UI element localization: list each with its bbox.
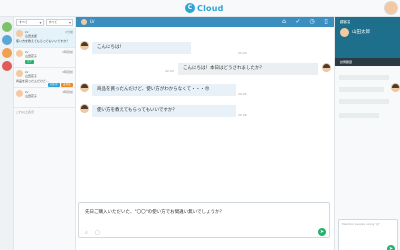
agent-avatar [322, 63, 331, 72]
avatar [340, 28, 349, 37]
chat-item-name: 山田花子 [25, 94, 38, 98]
filter-select-2[interactable]: すべて [45, 19, 73, 26]
chat-header: LV ⌂ ✓ ◷ ▯ [76, 17, 334, 27]
chat-header-name: LV [90, 19, 95, 24]
agent-avatar [391, 83, 400, 92]
alert-icon[interactable] [2, 61, 12, 71]
customer-header: 顧客名 山田太郎 [335, 17, 400, 58]
chat-list-item[interactable]: LV 山田花子 2時間前 完了 [14, 48, 75, 68]
message-composer[interactable]: 先日ご購入いただいた、"〇〇"の使い方でお間違い無いでしょうか？ ⌕ ▢ ➤ [78, 202, 330, 238]
chat-list-panel: すべて すべて LV 山田太郎 使い方を教えてもらってもいいですか？ 2分前 L… [14, 17, 76, 250]
info-bar [339, 99, 389, 104]
composer-text: 先日ご購入いただいた、"〇〇"の使い方でお間違い無いでしょうか？ [85, 210, 225, 215]
user-icon[interactable] [2, 48, 12, 58]
chat-item-time: 3時間前 [62, 70, 73, 74]
history-band-label: 訪問履歴 [340, 60, 353, 64]
chat-list-item[interactable]: LV 山田太郎 使い方を教えてもらってもいいですか？ 2分前 [14, 28, 75, 48]
search-icon[interactable] [2, 35, 12, 45]
tag-icon[interactable]: ⌂ [280, 18, 288, 26]
message-bubble-in: 使い方を教えてもらってもいいですか？ [92, 105, 236, 117]
avatar [16, 30, 23, 37]
chat-item-preview: 使い方を教えてもらってもいいですか？ [16, 39, 70, 43]
message-bubble-in: こんにちは！ [92, 42, 191, 54]
user-avatar[interactable] [384, 1, 398, 15]
chat-item-name: 山田太郎 [25, 34, 38, 38]
chat-item-preview: 商品を買ったんだけど… [16, 79, 50, 83]
info-bar [339, 113, 379, 118]
chat-item-name: 山田花子 [25, 74, 38, 78]
avatar [16, 50, 23, 57]
logo-mark-icon: C [185, 3, 195, 13]
chat-item-name: 山田花子 [25, 54, 38, 58]
load-more-link[interactable]: これ以上表示 [14, 108, 75, 116]
message-time: 22:26 [238, 113, 247, 117]
message-time: 22:24 [165, 69, 174, 73]
filter-select-1[interactable]: すべて [16, 19, 44, 26]
avatar [16, 90, 23, 97]
message-bubble-out: こんにちは！本日はどうされましたか？ [178, 63, 318, 75]
history-band: 訪問履歴 [335, 58, 400, 66]
file-icon[interactable]: ▢ [95, 230, 100, 236]
send-button[interactable]: ➤ [318, 228, 326, 236]
clock-icon[interactable]: ◷ [308, 18, 316, 26]
check-icon[interactable]: ✓ [294, 18, 302, 26]
left-icon-rail [0, 17, 14, 250]
message-time: 22:25 [238, 92, 247, 96]
filter-selects: すべて すべて [14, 17, 75, 28]
note-input[interactable]: Mention people using '@' ➤ [338, 219, 398, 250]
app-root: C Cloud すべて すべて LV 山田太郎 使い方を教えてもらってもいいです… [0, 0, 400, 250]
chat-item-time: 2分前 [65, 30, 73, 34]
avatar [16, 70, 23, 77]
chat-list-item[interactable]: LV 山田花子 商品を買ったんだけど… 3時間前 対応中 未対応 [14, 68, 75, 88]
chat-item-time: 2時間前 [62, 50, 73, 54]
customer-panel: 顧客名 山田太郎 訪問履歴 Mention people using '@' ➤ [334, 17, 400, 250]
status-badge: 対応中 [48, 83, 60, 87]
trash-icon[interactable]: ▯ [322, 18, 330, 26]
customer-name: 山田太郎 [352, 30, 370, 35]
chat-item-time: 3時間前 [62, 90, 73, 94]
info-bar [339, 87, 384, 92]
customer-label: 顧客名 [340, 20, 351, 24]
message-thread: こんにちは！ 22:23 こんにちは！本日はどうされましたか？ 22:24 商品… [76, 27, 334, 202]
avatar [81, 19, 87, 25]
top-bar: C Cloud [0, 0, 400, 17]
message-bubble-in: 商品を買ったんだけど、使い方がわからなくて・・・😞 [92, 84, 236, 96]
info-bar [339, 75, 389, 80]
note-placeholder: Mention people using '@' [342, 222, 380, 226]
status-badge: 完了 [25, 60, 35, 64]
customer-avatar [80, 104, 89, 113]
status-badge: 未対応 [61, 83, 73, 87]
app-logo[interactable]: C Cloud [185, 3, 224, 13]
logo-text: Cloud [197, 3, 224, 13]
attach-icon[interactable]: ⌕ [85, 230, 88, 236]
message-time: 22:23 [238, 51, 247, 55]
customer-avatar [80, 41, 89, 50]
customer-avatar [80, 83, 89, 92]
note-send-button[interactable]: ➤ [387, 245, 395, 250]
home-icon[interactable] [2, 22, 12, 32]
chat-list-item[interactable]: LV 山田花子 3時間前 [14, 88, 75, 108]
